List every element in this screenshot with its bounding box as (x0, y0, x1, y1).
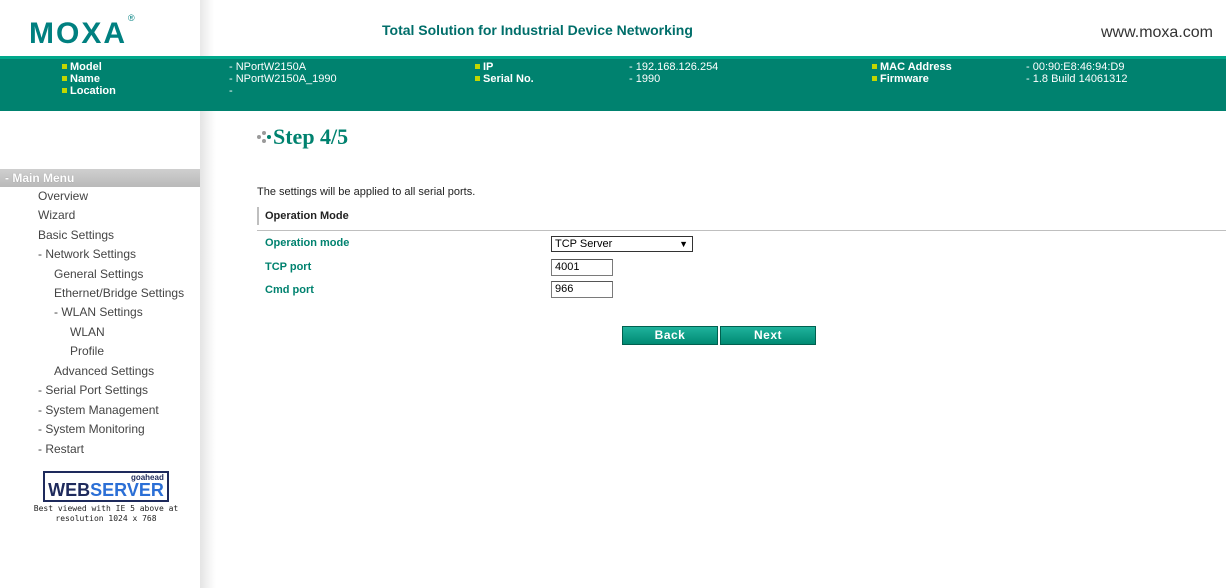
name-value: - NPortW2150A_1990 (229, 73, 337, 85)
device-info-bar: Model - NPortW2150A Name - NPortW2150A_1… (0, 56, 1226, 111)
settings-note: The settings will be applied to all seri… (257, 186, 476, 198)
menu-item-wizard[interactable]: Wizard (38, 208, 75, 222)
logo-registered-mark: ® (128, 13, 135, 23)
ip-label: IP (475, 61, 493, 73)
serial-label: Serial No. (475, 73, 534, 85)
menu-item-ethernet-bridge-settings[interactable]: Ethernet/Bridge Settings (54, 286, 184, 300)
tcp-port-label: TCP port (265, 261, 312, 273)
firmware-value: - 1.8 Build 14061312 (1026, 73, 1128, 85)
serial-label-text: Serial No. (483, 73, 534, 85)
web-text: WEB (48, 480, 91, 500)
location-label: Location (62, 85, 116, 97)
bullet-square-icon (475, 75, 480, 81)
site-url: www.moxa.com (1100, 24, 1213, 41)
serial-value: - 1990 (629, 73, 661, 85)
back-button[interactable]: Back (622, 326, 718, 345)
bullet-square-icon (62, 75, 67, 81)
main-content: Step 4/5 The settings will be applied to… (216, 111, 1226, 588)
location-label-text: Location (70, 85, 116, 97)
operation-mode-label: Operation mode (265, 237, 350, 249)
bullet-square-icon (62, 87, 67, 93)
firmware-label-text: Firmware (880, 73, 929, 85)
menu-item-wlan-settings[interactable]: - WLAN Settings (54, 305, 143, 319)
operation-mode-select[interactable]: TCP Server ▼ (551, 236, 693, 252)
menu-item-restart[interactable]: - Restart (38, 442, 84, 456)
menu-item-advanced-settings[interactable]: Advanced Settings (54, 364, 154, 378)
page-title: Step 4/5 (257, 124, 348, 150)
menu-item-system-monitoring[interactable]: - System Monitoring (38, 422, 145, 436)
model-label: Model (62, 61, 102, 73)
name-label-text: Name (70, 73, 100, 85)
menu-item-profile[interactable]: Profile (70, 344, 104, 358)
mac-label: MAC Address (872, 61, 952, 73)
browser-note-line2: resolution 1024 x 768 (55, 514, 157, 523)
ip-label-text: IP (483, 61, 494, 73)
menu-item-basic-settings[interactable]: Basic Settings (38, 228, 114, 242)
bullet-square-icon (872, 75, 877, 81)
step-title-text: Step 4/5 (273, 124, 349, 149)
browser-note: Best viewed with IE 5 above at resolutio… (0, 504, 212, 524)
menu-item-overview[interactable]: Overview (38, 189, 88, 203)
top-banner: MOXA® Total Solution for Industrial Devi… (0, 0, 1226, 56)
menu-item-general-settings[interactable]: General Settings (54, 267, 143, 281)
next-button[interactable]: Next (720, 326, 816, 345)
tagline: Total Solution for Industrial Device Net… (382, 22, 693, 38)
sidebar: - Main Menu Overview Wizard Basic Settin… (0, 111, 212, 588)
logo-text: MOXA (29, 17, 127, 50)
sidebar-divider (200, 111, 216, 588)
menu-item-system-management[interactable]: - System Management (38, 403, 159, 417)
bullet-square-icon (872, 63, 877, 69)
moxa-logo: MOXA® (29, 13, 135, 51)
menu-item-serial-port-settings[interactable]: - Serial Port Settings (38, 383, 148, 397)
section-title: Operation Mode (265, 210, 349, 222)
bullet-square-icon (62, 63, 67, 69)
cmd-port-label: Cmd port (265, 284, 314, 296)
step-dots-icon (257, 130, 271, 144)
section-bar (257, 207, 259, 225)
operation-mode-value: TCP Server (555, 238, 613, 250)
cmd-port-input[interactable]: 966 (551, 281, 613, 298)
server-text: SERVER (90, 480, 164, 500)
tcp-port-input[interactable]: 4001 (551, 259, 613, 276)
location-value: - (229, 85, 233, 97)
name-label: Name (62, 73, 100, 85)
mac-label-text: MAC Address (880, 61, 952, 73)
webserver-badge: goahead WEBSERVER Best viewed with IE 5 … (0, 471, 212, 524)
menu-item-network-settings[interactable]: - Network Settings (38, 247, 136, 261)
logo-divider (200, 0, 214, 56)
browser-note-line1: Best viewed with IE 5 above at (33, 504, 179, 513)
dropdown-arrow-icon: ▼ (679, 239, 688, 249)
menu-item-wlan[interactable]: WLAN (70, 325, 105, 339)
goahead-webserver-logo: goahead WEBSERVER (43, 471, 169, 502)
ip-value: - 192.168.126.254 (629, 61, 719, 73)
model-label-text: Model (70, 61, 102, 73)
main-menu-header[interactable]: - Main Menu (0, 169, 212, 187)
firmware-label: Firmware (872, 73, 929, 85)
operation-mode-section-header: Operation Mode (257, 205, 1226, 231)
bullet-square-icon (475, 63, 480, 69)
model-value: - NPortW2150A (229, 61, 307, 73)
mac-value: - 00:90:E8:46:94:D9 (1026, 61, 1125, 73)
